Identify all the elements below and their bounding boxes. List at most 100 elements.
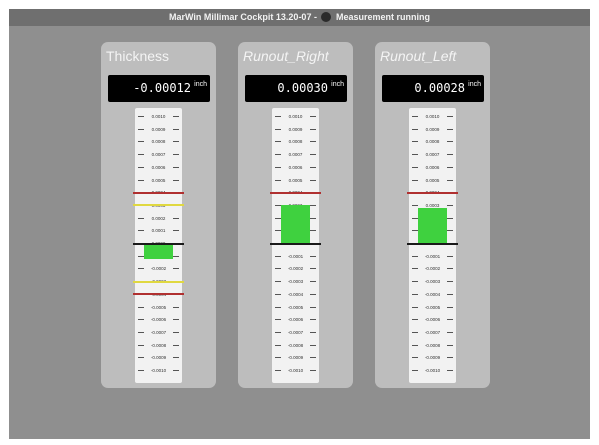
scale-tick: -0.0008 xyxy=(135,341,182,350)
scale-tick: 0.0006 xyxy=(135,163,182,172)
scale-tick-label: -0.0010 xyxy=(424,368,441,373)
scale-tick: -0.0006 xyxy=(409,315,456,324)
gauge-title: Thickness xyxy=(106,48,170,64)
scale-tick: 0.0005 xyxy=(409,176,456,185)
measurement-bar xyxy=(418,207,447,244)
scale-tick-label: 0.0007 xyxy=(425,152,440,158)
window-title: MarWin Millimar Cockpit 13.20-07 - xyxy=(168,12,317,22)
scale-tick-label: -0.0005 xyxy=(150,304,167,310)
scale-tick-label: 0.0009 xyxy=(151,126,166,132)
scale-tick: 0.0008 xyxy=(272,137,319,146)
scale-tick-label: -0.0006 xyxy=(150,317,167,323)
scale-tick: 0.0010 xyxy=(135,112,182,121)
scale-tick: 0.0007 xyxy=(409,150,456,159)
scale-tick-label: -0.0002 xyxy=(424,266,441,272)
scale-tick: -0.0007 xyxy=(409,328,456,337)
scale-tick-label: -0.0002 xyxy=(287,266,304,272)
scale-tick-label: -0.0008 xyxy=(150,342,167,348)
scale-tick: -0.0004 xyxy=(272,290,319,299)
upper-warning-line xyxy=(133,204,184,207)
scale-tick: 0.0006 xyxy=(409,163,456,172)
gauge-title: Runout_Right xyxy=(243,48,329,64)
scale-tick: -0.0006 xyxy=(135,315,182,324)
scale-tick: 0.0008 xyxy=(135,137,182,146)
scale-tick-label: 0.0005 xyxy=(288,177,303,183)
zero-line xyxy=(270,242,321,245)
measured-value: 0.00030 xyxy=(277,81,328,95)
scale-tick-label: -0.0010 xyxy=(150,368,167,373)
scale-tick-label: -0.0001 xyxy=(424,253,441,259)
scale-tick: -0.0010 xyxy=(409,366,456,375)
value-unit: inch xyxy=(468,81,481,88)
scale-tick-label: 0.0007 xyxy=(288,152,303,158)
scale-tick: -0.0002 xyxy=(135,264,182,273)
lower-warning-line xyxy=(133,280,184,283)
zero-line xyxy=(407,242,458,245)
scale-tick-label: -0.0009 xyxy=(424,355,441,361)
scale-tick: 0.0010 xyxy=(272,112,319,121)
scale-tick: -0.0001 xyxy=(409,252,456,261)
value-unit: inch xyxy=(194,81,207,88)
lower-tolerance-line xyxy=(133,293,184,296)
scale-tick-label: -0.0005 xyxy=(424,304,441,310)
scale-tick-label: 0.0010 xyxy=(288,114,303,119)
scale-tick: -0.0008 xyxy=(272,341,319,350)
scale-tick: 0.0005 xyxy=(272,176,319,185)
value-readout: 0.00030 inch xyxy=(245,75,347,102)
measurement-bar xyxy=(144,243,173,259)
scale-tick-label: 0.0002 xyxy=(151,215,166,221)
scale-tick: -0.0007 xyxy=(135,328,182,337)
scale-tick-label: 0.0008 xyxy=(288,139,303,145)
scale-tick-label: -0.0005 xyxy=(287,304,304,310)
upper-tolerance-line xyxy=(133,191,184,194)
scale-tick-label: 0.0005 xyxy=(425,177,440,183)
measured-value: 0.00028 xyxy=(414,81,465,95)
value-readout: -0.00012 inch xyxy=(108,75,210,102)
upper-tolerance-line xyxy=(407,191,458,194)
upper-tolerance-line xyxy=(270,191,321,194)
status-text: Measurement running xyxy=(335,12,430,22)
zero-line xyxy=(133,242,184,245)
gauge-scale: 0.00100.00090.00080.00070.00060.00050.00… xyxy=(407,108,458,383)
scale-tick: 0.0006 xyxy=(272,163,319,172)
scale-tick-label: 0.0006 xyxy=(288,164,303,170)
title-bar: MarWin Millimar Cockpit 13.20-07 - Measu… xyxy=(9,9,590,26)
scale-tick: -0.0005 xyxy=(409,303,456,312)
scale-tick: 0.0002 xyxy=(135,214,182,223)
gauge-panel-thickness: Thickness -0.00012 inch 0.0010 0.0009 0.00… xyxy=(101,42,216,388)
scale-tick: 0.0009 xyxy=(272,125,319,134)
scale-tick: -0.0004 xyxy=(409,290,456,299)
scale-tick: -0.0009 xyxy=(409,353,456,362)
scale-tick-label: 0.0009 xyxy=(425,126,440,132)
scale-tick: 0.0009 xyxy=(135,125,182,134)
gauge-title: Runout_Left xyxy=(380,48,457,64)
scale-tick-label: -0.0007 xyxy=(424,329,441,335)
gauge-panel-runout-right: Runout_Right 0.00030 inch 0.0010 0.0009 0.… xyxy=(238,42,353,388)
scale-tick-label: -0.0010 xyxy=(287,368,304,373)
scale-tick: -0.0002 xyxy=(409,264,456,273)
scale-tick: 0.0009 xyxy=(409,125,456,134)
scale-tick: 0.0007 xyxy=(135,150,182,159)
scale-tick-label: -0.0009 xyxy=(287,355,304,361)
scale-tick: -0.0008 xyxy=(409,341,456,350)
scale-tick: -0.0002 xyxy=(272,264,319,273)
scale-tick: -0.0006 xyxy=(272,315,319,324)
scale-tick-label: 0.0009 xyxy=(288,126,303,132)
scale-tick-label: 0.0001 xyxy=(151,228,166,234)
value-readout: 0.00028 inch xyxy=(382,75,484,102)
scale-tick-label: -0.0007 xyxy=(150,329,167,335)
scale-tick: -0.0010 xyxy=(272,366,319,375)
scale-tick-label: -0.0008 xyxy=(287,342,304,348)
scale-tick: -0.0003 xyxy=(272,277,319,286)
scale-tick: -0.0005 xyxy=(272,303,319,312)
scale-tick-label: -0.0006 xyxy=(287,317,304,323)
scale-tick: -0.0009 xyxy=(135,353,182,362)
scale-tick: 0.0010 xyxy=(409,112,456,121)
scale-tick: 0.0005 xyxy=(135,176,182,185)
measured-value: -0.00012 xyxy=(133,81,191,95)
scale-tick: -0.0007 xyxy=(272,328,319,337)
scale-tick-label: 0.0010 xyxy=(425,114,440,119)
gauge-scale: 0.0010 0.0009 0.0008 0.0007 0.0006 0.0005 0.00… xyxy=(133,108,184,383)
value-unit: inch xyxy=(331,81,344,88)
gauge-scale: 0.00100.00090.00080.00070.00060.00050.00… xyxy=(270,108,321,383)
